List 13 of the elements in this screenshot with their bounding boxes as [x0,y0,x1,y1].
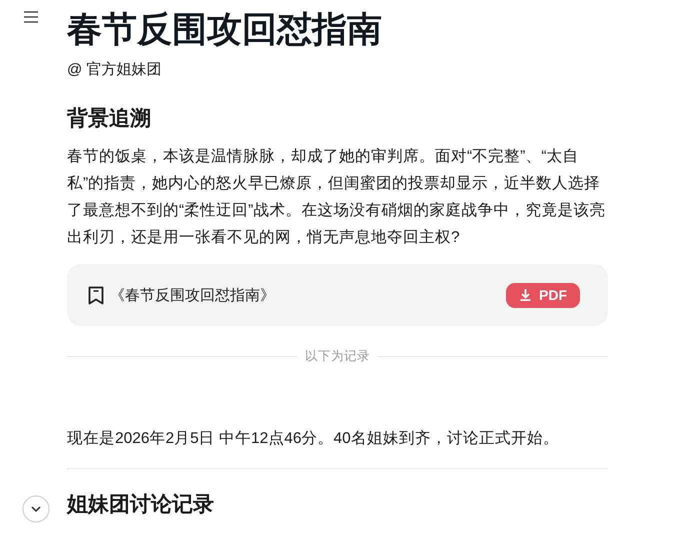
pdf-download-button[interactable]: PDF [506,282,580,308]
chevron-down-button[interactable] [22,495,50,523]
menu-icon[interactable] [24,11,38,23]
page-title: 春节反围攻回怼指南 [67,9,383,51]
section-heading: 背景追溯 [67,106,152,132]
paragraph: 春节的饭桌，本该是温情脉脉，却成了她的审判席。面对“不完整”、“太自私”的指责，她内心的怒火早已燎原，但闺蜜团的投票却显示，近半数人选择了最意想不到的“柔性迂回”战术。在这场没有硝烟的家庭战争中，究竟是该亮出利刃，还是用一张看不见的网，悄无声息地夺回主权? [67,147,606,248]
status-text: 现在是2026年2月5日 中午12点46分。40名姐妹到齐，讨论正式开始。 [67,429,560,449]
document-name: 《春节反围攻回怼指南》 [110,286,276,304]
download-icon [520,289,531,301]
section-heading: 姐妹团讨论记录 [67,492,215,518]
bookmark-icon [88,286,104,304]
author-label: @ 官方姐妹团 [67,60,162,79]
divider-label: 以下为记录 [305,348,370,365]
